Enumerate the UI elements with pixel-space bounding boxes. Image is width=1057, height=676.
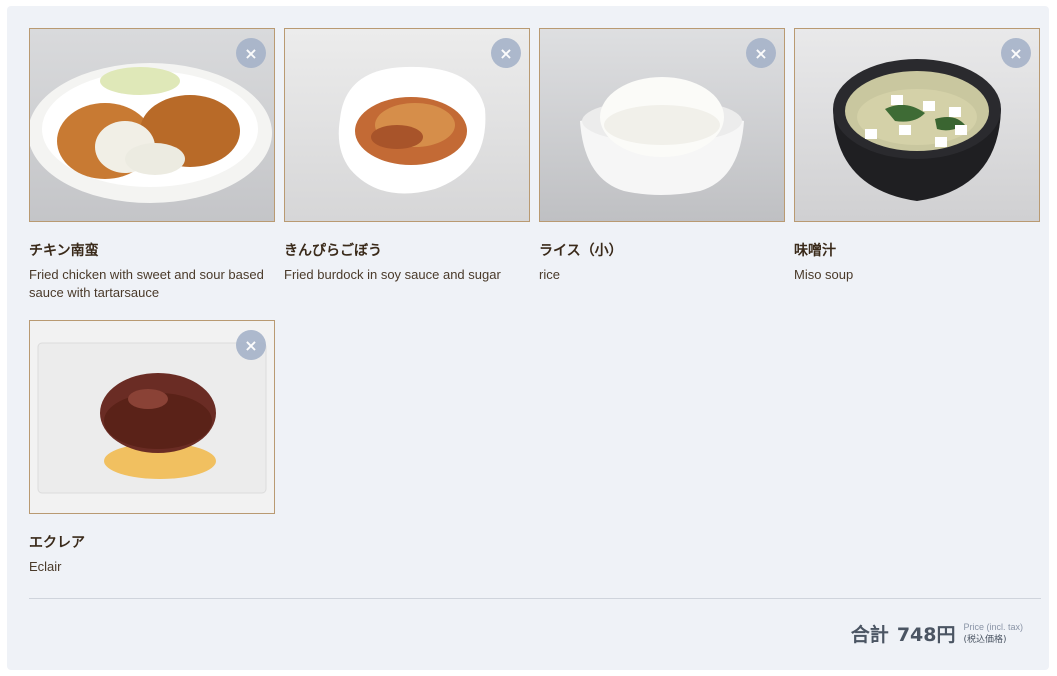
cart-item: × ライス（小） rice <box>539 28 785 284</box>
remove-item-button[interactable]: × <box>746 38 776 68</box>
item-name: チキン南蛮 <box>29 243 99 259</box>
cart-panel: × チキン南蛮 Fried chicken with sweet and sou… <box>7 6 1049 670</box>
remove-item-button[interactable]: × <box>1001 38 1031 68</box>
cart-item: × エクレア Eclair <box>29 320 275 576</box>
item-description: Miso soup <box>794 267 854 282</box>
remove-item-button[interactable]: × <box>236 38 266 68</box>
tax-note-ja: (税込価格) <box>963 634 1007 645</box>
close-icon: × <box>754 43 768 63</box>
close-icon: × <box>244 43 258 63</box>
item-description: Fried chicken with sweet and sour based … <box>29 267 264 300</box>
tax-note: Price (incl. tax) (税込価格) <box>963 621 1023 647</box>
item-description: Eclair <box>29 559 62 574</box>
cart-item: × チキン南蛮 Fried chicken with sweet and sou… <box>29 28 275 302</box>
item-image: × <box>284 28 530 222</box>
cart-item: × きんぴらごぼう Fried burdock in soy sauce and… <box>284 28 530 284</box>
item-name: ライス（小） <box>539 243 623 259</box>
item-description: rice <box>539 267 560 282</box>
item-name: エクレア <box>29 535 85 551</box>
item-image: × <box>794 28 1040 222</box>
close-icon: × <box>499 43 513 63</box>
cart-item: × 味噌汁 Miso soup <box>794 28 1040 284</box>
item-image: × <box>29 28 275 222</box>
remove-item-button[interactable]: × <box>236 330 266 360</box>
item-name: 味噌汁 <box>794 243 836 259</box>
total-label: 合計 <box>850 624 889 646</box>
close-icon: × <box>1009 43 1023 63</box>
item-name: きんぴらごぼう <box>284 243 382 259</box>
close-icon: × <box>244 335 258 355</box>
tax-note-en: Price (incl. tax) <box>963 621 1023 632</box>
item-image: × <box>539 28 785 222</box>
remove-item-button[interactable]: × <box>491 38 521 68</box>
total-amount: 748円 <box>896 624 956 646</box>
total-summary: 合計 748円 Price (incl. tax) (税込価格) <box>851 620 1023 647</box>
item-description: Fried burdock in soy sauce and sugar <box>284 267 501 282</box>
item-image: × <box>29 320 275 514</box>
divider <box>29 598 1041 599</box>
